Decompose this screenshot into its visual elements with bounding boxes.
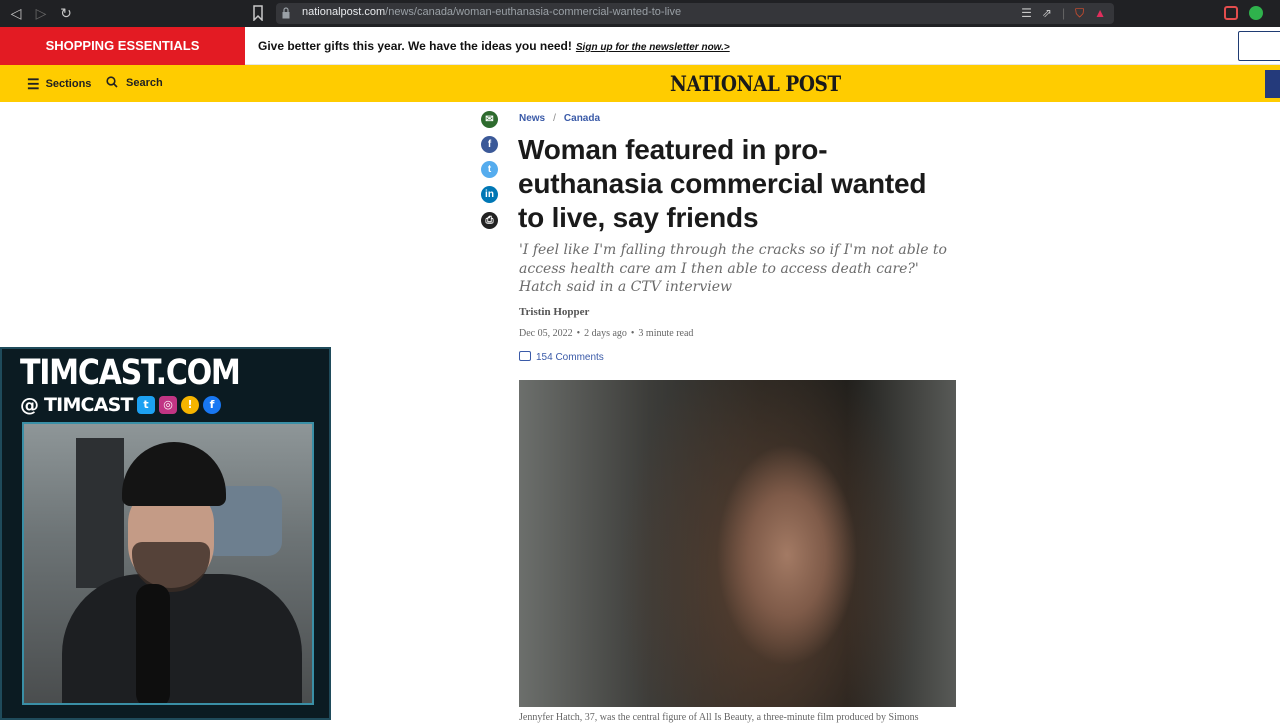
person-beanie [122, 442, 226, 506]
overlay-handle: @ TIMCAST [20, 394, 133, 416]
url-path: /news/canada/woman-euthanasia-commercial… [385, 6, 682, 18]
comments-link[interactable]: 154 Comments [519, 351, 604, 363]
shield-extension-icon[interactable] [1249, 6, 1263, 20]
divider: | [1061, 6, 1066, 20]
url-text: nationalpost.com/news/canada/woman-eutha… [302, 6, 681, 18]
instagram-icon: ◎ [158, 396, 177, 414]
publish-age: 2 days ago [584, 328, 627, 339]
hamburger-icon: ☰ [27, 76, 40, 92]
article-dek: 'I feel like I'm falling through the cra… [519, 242, 947, 295]
newsletter-link[interactable]: Sign up for the newsletter now.> [576, 42, 730, 53]
linkedin-share-icon[interactable]: in [481, 186, 498, 203]
lock-icon [282, 7, 290, 19]
twitter-icon: t [136, 396, 155, 414]
search-icon [106, 76, 118, 88]
author-byline[interactable]: Tristin Hopper [519, 306, 589, 318]
breadcrumb-separator: / [553, 113, 556, 124]
microphone [136, 584, 170, 703]
facebook-icon: f [202, 396, 221, 414]
meta-separator: • [630, 328, 635, 339]
promo-message: Give better gifts this year. We have the… [258, 39, 572, 53]
promo-banner: SHOPPING ESSENTIALS Give better gifts th… [0, 27, 1280, 65]
search-label: Search [126, 77, 163, 89]
twitter-share-icon[interactable]: t [481, 161, 498, 178]
breadcrumb: News / Canada [519, 113, 600, 124]
brave-rewards-icon[interactable]: ▲ [1094, 6, 1106, 21]
comments-count: 154 Comments [536, 352, 604, 363]
search-button[interactable]: Search [106, 76, 163, 89]
lightbulb-icon: ! [180, 396, 199, 414]
photo-caption: Jennyfer Hatch, 37, was the central figu… [519, 712, 919, 723]
webcam-video [22, 422, 314, 705]
facebook-share-icon[interactable]: f [481, 136, 498, 153]
brave-shield-icon[interactable]: ⛉ [1075, 6, 1084, 21]
background-fridge [76, 438, 124, 588]
email-share-icon[interactable]: ✉ [481, 111, 498, 128]
article-photo[interactable] [519, 380, 956, 707]
overlay-brand: TIMCAST.COM [20, 353, 241, 393]
comment-icon [519, 351, 531, 361]
browser-toolbar: ◁ ▷ ↻ nationalpost.com/news/canada/woman… [0, 0, 1280, 27]
masthead: ☰ Sections Search NATIONAL POST [0, 65, 1280, 102]
national-post-logo[interactable]: NATIONAL POST [670, 71, 841, 96]
forward-arrow-icon[interactable]: ▷ [31, 4, 51, 22]
print-share-icon[interactable]: ⎙ [481, 212, 498, 229]
promo-button[interactable] [1238, 31, 1280, 61]
sections-menu[interactable]: ☰ Sections [27, 76, 91, 93]
publish-date: Dec 05, 2022 [519, 328, 573, 339]
promo-label[interactable]: SHOPPING ESSENTIALS [0, 27, 245, 65]
article-meta: Dec 05, 2022 • 2 days ago • 3 minute read [519, 328, 693, 339]
share-icon[interactable]: ⇗ [1042, 6, 1052, 21]
read-time: 3 minute read [638, 328, 694, 339]
back-arrow-icon[interactable]: ◁ [6, 4, 26, 22]
sections-label: Sections [45, 78, 92, 90]
url-domain: nationalpost.com [302, 6, 386, 18]
address-bar[interactable]: nationalpost.com/news/canada/woman-eutha… [276, 3, 1114, 24]
breadcrumb-news[interactable]: News [519, 113, 545, 124]
promo-text: Give better gifts this year. We have the… [258, 39, 730, 53]
article-headline: Woman featured in pro-euthanasia commerc… [518, 134, 927, 233]
streamer-overlay: TIMCAST.COM @ TIMCAST t ◎ ! f [0, 347, 331, 720]
overlay-handle-row: @ TIMCAST t ◎ ! f [20, 394, 221, 416]
reload-icon[interactable]: ↻ [56, 4, 76, 22]
breadcrumb-canada[interactable]: Canada [564, 113, 600, 124]
reader-mode-icon[interactable]: ☰ [1021, 6, 1032, 21]
bookmark-icon[interactable] [252, 5, 264, 21]
extension-icon[interactable] [1224, 6, 1238, 20]
subscribe-button[interactable] [1265, 70, 1280, 98]
person-shirt [62, 574, 302, 703]
meta-separator: • [576, 328, 581, 339]
